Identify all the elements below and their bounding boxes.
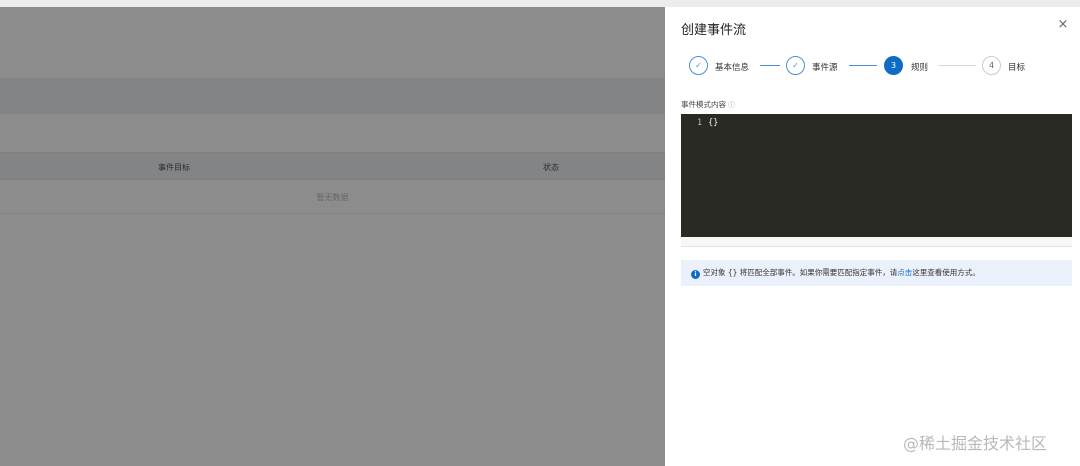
step-basic-info: 基本信息 (715, 63, 750, 73)
create-event-flow-drawer: 创建事件流 × ✓ 基本信息 ✓ 事件源 3 规则 4 目标 事件模式内容 ⓘ 1… (665, 7, 1080, 466)
watermark: @稀土掘金技术社区 (903, 434, 1048, 453)
step-connector (760, 65, 780, 66)
step-indicator: ✓ 基本信息 ✓ 事件源 3 规则 4 目标 (689, 56, 1069, 78)
step-event-source: 事件源 (812, 63, 838, 73)
check-icon: ✓ (689, 56, 708, 75)
event-pattern-editor[interactable]: 1 {} (681, 114, 1072, 237)
step-number-rules: 3 (884, 56, 903, 75)
editor-scrollbar[interactable] (681, 237, 1072, 247)
drawer-title: 创建事件流 (681, 23, 747, 38)
editor-content: {} (708, 118, 719, 128)
step-number-target: 4 (982, 56, 1001, 75)
step-connector (849, 65, 877, 66)
info-link[interactable]: 点击 (897, 268, 912, 277)
info-icon: i (691, 270, 700, 279)
check-icon: ✓ (786, 56, 805, 75)
close-icon[interactable]: × (1056, 18, 1070, 32)
modal-overlay[interactable] (0, 0, 665, 466)
top-bar (0, 0, 1080, 7)
step-connector (938, 65, 976, 66)
line-number: 1 (697, 118, 703, 128)
event-pattern-label: 事件模式内容 ⓘ (681, 99, 735, 110)
step-target: 目标 (1008, 63, 1026, 73)
editor-line: 1 {} (697, 118, 718, 128)
info-alert: i 空对象 {} 将匹配全部事件。如果你需要匹配指定事件，请点击这里查看使用方式。 (681, 260, 1072, 286)
info-text-after: 这里查看使用方式。 (912, 268, 980, 277)
info-text-before: 空对象 {} 将匹配全部事件。如果你需要匹配指定事件，请 (703, 268, 898, 277)
event-pattern-label-text: 事件模式内容 (681, 100, 726, 109)
step-rules: 规则 (911, 63, 929, 73)
help-icon[interactable]: ⓘ (728, 101, 735, 109)
